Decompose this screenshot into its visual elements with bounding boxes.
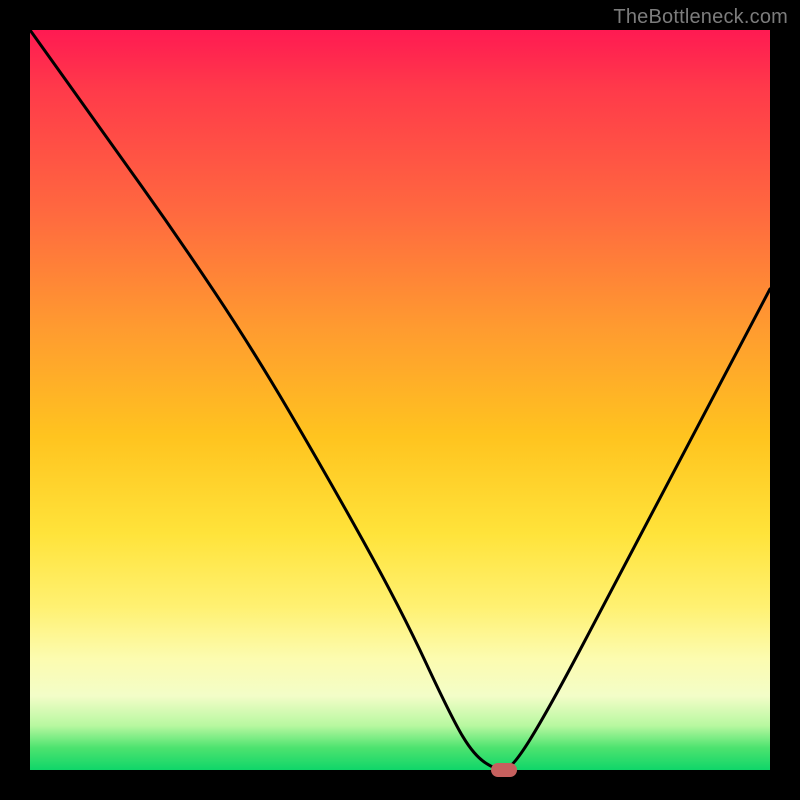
optimum-marker [491, 763, 517, 777]
chart-frame: TheBottleneck.com [0, 0, 800, 800]
curve-path [30, 30, 770, 770]
bottleneck-curve [30, 30, 770, 770]
watermark-label: TheBottleneck.com [613, 6, 788, 29]
plot-area [30, 30, 770, 770]
